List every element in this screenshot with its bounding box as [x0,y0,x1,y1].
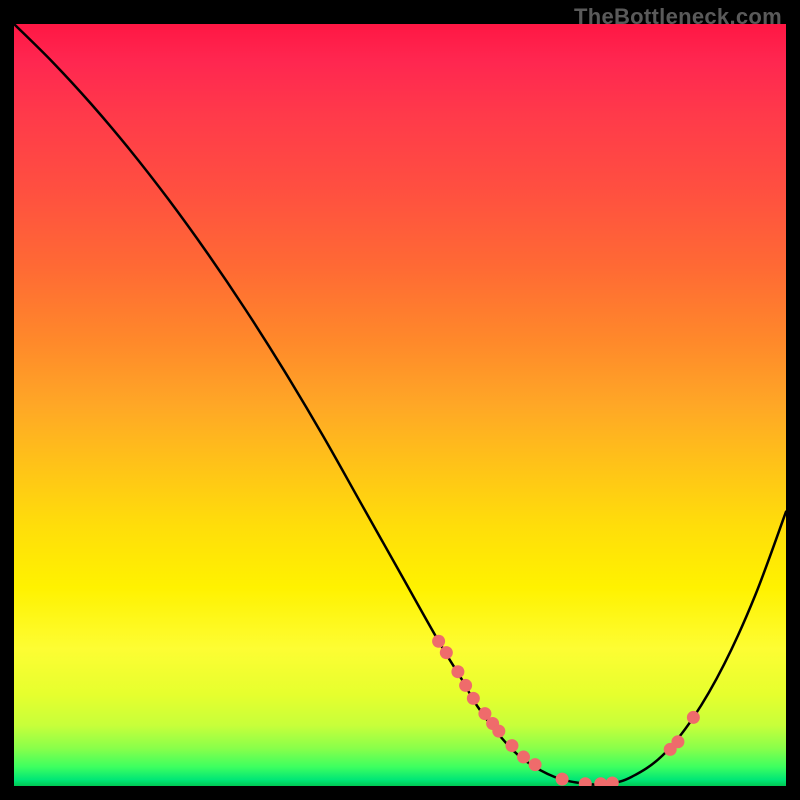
bottleneck-curve [14,24,786,785]
data-point-marker [505,739,518,752]
data-point-marker [492,725,505,738]
data-point-marker [606,776,619,786]
data-point-marker [687,711,700,724]
watermark-label: TheBottleneck.com [574,4,782,30]
data-point-marker [594,777,607,786]
data-point-marker [459,679,472,692]
data-point-marker [467,692,480,705]
data-point-marker [671,735,684,748]
chart-svg [14,24,786,786]
data-point-marker [440,646,453,659]
chart-marker-group [432,635,700,786]
data-point-marker [432,635,445,648]
data-point-marker [579,777,592,786]
data-point-marker [451,665,464,678]
chart-plot-area [14,24,786,786]
data-point-marker [517,751,530,764]
chart-frame [14,24,786,786]
data-point-marker [556,773,569,786]
data-point-marker [529,758,542,771]
chart-curve-group [14,24,786,786]
